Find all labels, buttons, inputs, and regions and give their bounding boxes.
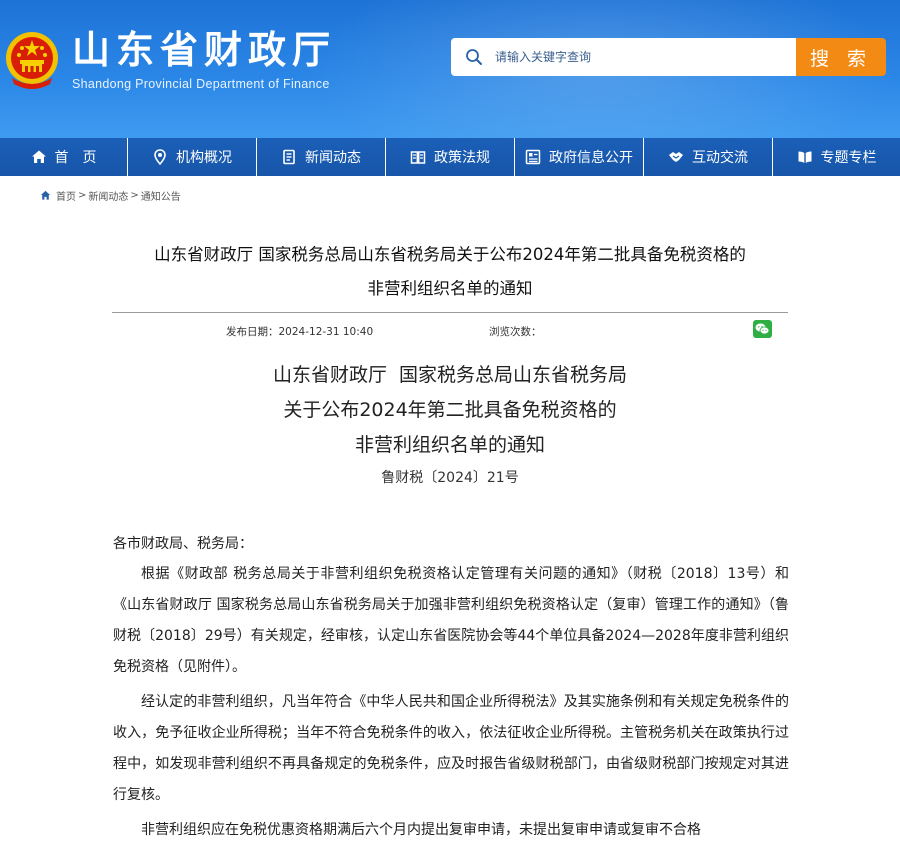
home-icon: [31, 150, 46, 163]
document-heading: 山东省财政厅 国家税务总局山东省税务局 关于公布2024年第二批具备免税资格的 …: [112, 358, 788, 463]
nav-item-organization[interactable]: 机构概况: [128, 138, 257, 176]
article-title-line: 非营利组织名单的通知: [367, 279, 533, 298]
nav-label: 互动交流: [692, 150, 748, 166]
main-nav: 首 页 机构概况 新闻动态 政策法规 政府信息公开 互动交流 专题专栏: [0, 138, 900, 176]
breadcrumb-separator: >: [78, 190, 87, 201]
document-icon: [283, 149, 295, 165]
breadcrumb-separator: >: [130, 190, 139, 201]
nav-label: 政策法规: [434, 150, 490, 166]
site-title[interactable]: 山东省财政厅: [72, 26, 336, 74]
publish-date: 发布日期：2024-12-31 10:40: [226, 324, 373, 339]
nav-item-home[interactable]: 首 页: [0, 138, 128, 176]
book-icon: [410, 151, 426, 164]
article-title: 山东省财政厅 国家税务总局山东省税务局关于公布2024年第二批具备免税资格的 非…: [112, 238, 788, 306]
body-paragraph: 非营利组织应在免税优惠资格期满后六个月内提出复审申请，未提出复审申请或复审不合格: [141, 822, 701, 838]
body-paragraph: 经认定的非营利组织，凡当年符合《中华人民共和国企业所得税法》及其实施条例和有关规…: [113, 694, 789, 803]
nav-item-gov-info[interactable]: 政府信息公开: [515, 138, 644, 176]
document-heading-line: 关于公布2024年第二批具备免税资格的: [283, 399, 617, 421]
breadcrumb-news[interactable]: 新闻动态: [88, 188, 128, 203]
salutation: 各市财政局、税务局：: [113, 536, 253, 552]
nav-label: 专题专栏: [820, 150, 877, 166]
grid-list-icon: [525, 149, 541, 165]
document-heading-line: 非营利组织名单的通知: [354, 434, 545, 456]
location-pin-icon: [154, 149, 166, 165]
view-count: 浏览次数：: [489, 324, 542, 339]
nav-item-news[interactable]: 新闻动态: [257, 138, 386, 176]
publish-date-value: 2024-12-31 10:40: [278, 326, 374, 338]
title-divider: [112, 312, 788, 313]
document-heading-line: 山东省财政厅 国家税务总局山东省税务局: [272, 364, 628, 386]
search-button[interactable]: 搜 索: [796, 38, 886, 76]
nav-item-policy[interactable]: 政策法规: [386, 138, 515, 176]
open-book-icon: [798, 151, 811, 163]
nav-label: 政府信息公开: [549, 150, 633, 166]
document-number: 鲁财税〔2024〕21号: [381, 470, 519, 486]
search-box: [451, 38, 797, 76]
article-title-line: 山东省财政厅 国家税务总局山东省税务局关于公布2024年第二批具备免税资格的: [154, 245, 746, 264]
breadcrumb: 首页 > 新闻动态 > 通知公告: [40, 188, 181, 203]
nav-item-special[interactable]: 专题专栏: [773, 138, 900, 176]
nav-label: 机构概况: [176, 150, 232, 166]
breadcrumb-notices[interactable]: 通知公告: [141, 188, 181, 203]
site-subtitle: Shandong Provincial Department of Financ…: [72, 77, 330, 91]
nav-item-interaction[interactable]: 互动交流: [644, 138, 773, 176]
wechat-icon[interactable]: [753, 320, 772, 338]
national-emblem-icon[interactable]: [4, 28, 60, 92]
breadcrumb-home[interactable]: 首页: [56, 188, 76, 203]
view-count-label: 浏览次数：: [489, 326, 542, 338]
home-icon: [40, 190, 51, 200]
nav-label: 新闻动态: [305, 150, 361, 166]
search-input[interactable]: [495, 47, 785, 67]
site-header: 山东省财政厅 Shandong Provincial Department of…: [0, 0, 900, 138]
publish-date-label: 发布日期：: [226, 326, 279, 338]
handshake-icon: [669, 152, 683, 162]
search-icon: [466, 49, 482, 65]
body-paragraph: 根据《财政部 税务总局关于非营利组织免税资格认定管理有关问题的通知》（财税〔20…: [113, 566, 789, 675]
nav-label: 首 页: [54, 150, 97, 166]
